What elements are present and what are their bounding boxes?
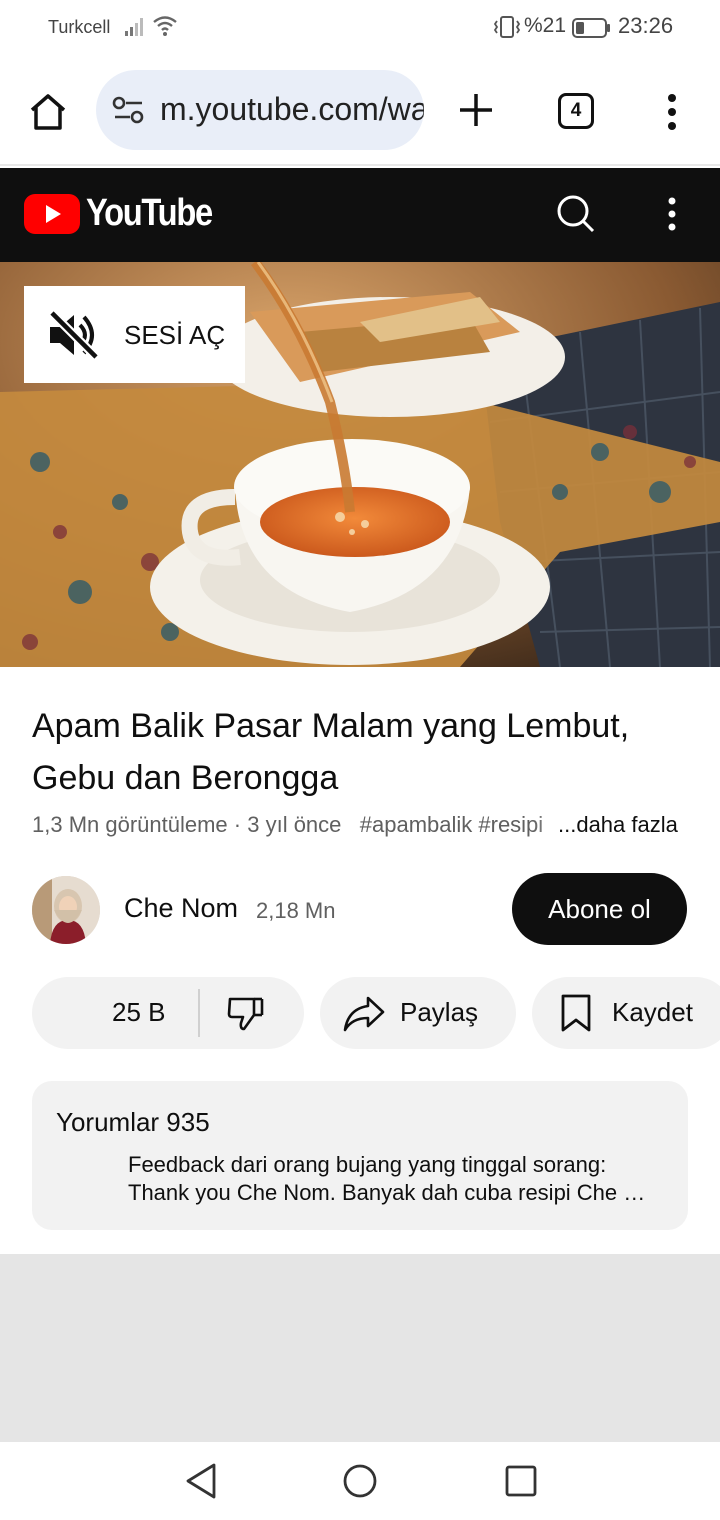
browser-toolbar: m.youtube.com/watch 4 bbox=[0, 56, 720, 166]
hashtags[interactable]: #apambalik #resipi bbox=[360, 812, 543, 837]
video-metadata[interactable]: 1,3 Mn görüntüleme · 3 yıl önce #apambal… bbox=[32, 812, 692, 842]
bookmark-icon bbox=[561, 994, 591, 1032]
clock: 23:26 bbox=[618, 13, 674, 38]
thumbs-down-icon[interactable] bbox=[226, 993, 266, 1033]
comments-header: Yorumlar 935 bbox=[56, 1107, 210, 1137]
share-icon bbox=[343, 996, 385, 1032]
comments-teaser[interactable]: Yorumlar 935 Feedback dari orang bujang … bbox=[32, 1081, 688, 1230]
subscribe-button[interactable]: Abone ol bbox=[512, 873, 687, 945]
battery-icon bbox=[572, 18, 610, 38]
like-button[interactable]: 25 B bbox=[112, 997, 166, 1028]
status-bar: Turkcell %21 23:26 bbox=[0, 0, 720, 56]
save-button[interactable]: Kaydet bbox=[532, 977, 720, 1049]
recents-icon[interactable] bbox=[504, 1462, 538, 1500]
comment-line-1: Feedback dari orang bujang yang tinggal … bbox=[128, 1152, 607, 1177]
tab-switcher-button[interactable]: 4 bbox=[558, 93, 594, 129]
search-icon[interactable] bbox=[556, 194, 596, 234]
youtube-logo-text[interactable]: YouTube bbox=[86, 192, 213, 235]
youtube-logo-icon[interactable] bbox=[24, 194, 80, 234]
video-title: Apam Balik Pasar Malam yang Lembut, Gebu… bbox=[32, 707, 630, 797]
comment-line-2: Thank you Che Nom. Banyak dah cuba resip… bbox=[128, 1180, 660, 1205]
carrier-label: Turkcell bbox=[48, 17, 111, 37]
signal-icon bbox=[125, 18, 143, 36]
subscriber-count: 2,18 Mn bbox=[256, 898, 336, 923]
page-background bbox=[0, 1254, 720, 1442]
channel-name[interactable]: Che Nom bbox=[124, 893, 238, 924]
share-label: Paylaş bbox=[400, 997, 479, 1027]
battery-percent: %21 bbox=[524, 14, 567, 37]
avatar-image bbox=[32, 876, 100, 944]
like-dislike-group: 25 B bbox=[32, 977, 304, 1049]
channel-avatar[interactable] bbox=[32, 876, 100, 944]
site-settings-icon[interactable] bbox=[112, 96, 146, 124]
more-vert-icon[interactable] bbox=[664, 196, 680, 232]
vibrate-icon bbox=[493, 16, 521, 38]
share-button[interactable]: Paylaş bbox=[320, 977, 516, 1049]
address-bar[interactable]: m.youtube.com/watch bbox=[96, 70, 424, 150]
youtube-header: YouTube bbox=[0, 168, 720, 262]
plus-icon[interactable] bbox=[456, 90, 496, 130]
divider bbox=[198, 989, 200, 1037]
view-count: 1,3 Mn görüntüleme bbox=[32, 812, 228, 837]
home-icon[interactable] bbox=[26, 90, 70, 134]
upload-age: 3 yıl önce bbox=[247, 812, 342, 837]
unmute-label: SESİ AÇ bbox=[124, 320, 226, 350]
back-icon[interactable] bbox=[184, 1462, 218, 1500]
unmute-button[interactable]: SESİ AÇ bbox=[24, 286, 245, 383]
more-vert-icon[interactable] bbox=[664, 92, 680, 132]
save-label: Kaydet bbox=[612, 997, 693, 1027]
top-comment: Feedback dari orang bujang yang tinggal … bbox=[128, 1151, 660, 1207]
system-nav-bar bbox=[0, 1442, 720, 1520]
url-text[interactable]: m.youtube.com/watch bbox=[160, 91, 424, 128]
wifi-icon bbox=[153, 16, 177, 36]
home-nav-icon[interactable] bbox=[342, 1462, 378, 1500]
video-player[interactable]: SESİ AÇ bbox=[0, 262, 720, 667]
volume-off-icon bbox=[48, 309, 100, 361]
show-more-link[interactable]: ...daha fazla bbox=[558, 812, 678, 838]
